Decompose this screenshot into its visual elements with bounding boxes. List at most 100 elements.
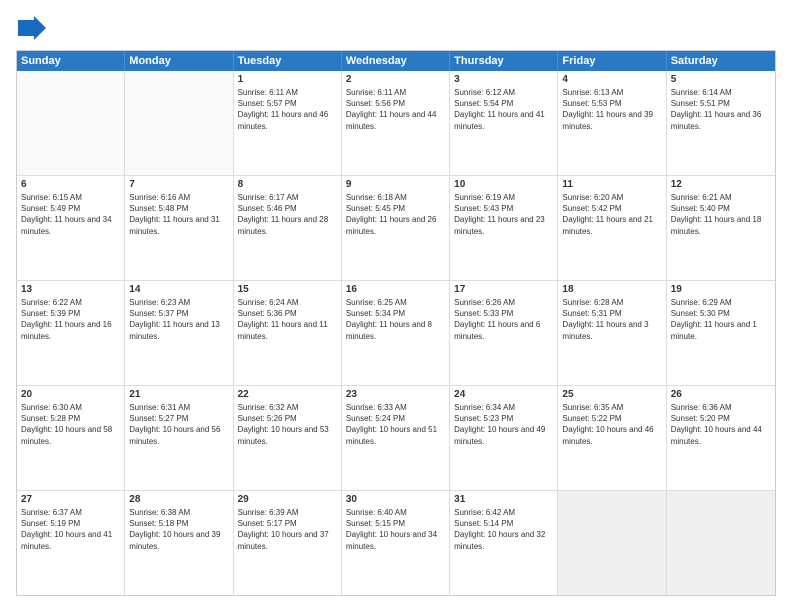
calendar-cell: 23Sunrise: 6:33 AM Sunset: 5:24 PM Dayli…: [342, 386, 450, 490]
calendar-cell: [558, 491, 666, 595]
cell-sun-info: Sunrise: 6:14 AM Sunset: 5:51 PM Dayligh…: [671, 87, 771, 132]
calendar-header: SundayMondayTuesdayWednesdayThursdayFrid…: [17, 51, 775, 71]
day-number: 26: [671, 389, 771, 400]
calendar-cell: 8 Sunrise: 6:17 AM Sunset: 5:46 PM Daylig…: [234, 176, 342, 280]
calendar-cell: 22 Sunrise: 6:32 AM Sunset: 5:26 PM Dayli…: [234, 386, 342, 490]
cell-sun-info: Sunrise: 6:11 AM Sunset: 5:57 PM Dayligh…: [238, 87, 337, 132]
day-number: 8: [238, 179, 337, 190]
calendar-cell: 24 Sunrise: 6:34 AM Sunset: 5:23 PM Dayli…: [450, 386, 558, 490]
cell-sun-info: Sunrise: 6:22 AM Sunset: 5:39 PM Dayligh…: [21, 297, 120, 342]
calendar-cell: 3 Sunrise: 6:12 AM Sunset: 5:54 PM Daylig…: [450, 71, 558, 175]
calendar-cell: 19Sunrise: 6:29 AM Sunset: 5:30 PM Dayli…: [667, 281, 775, 385]
day-number: 22: [238, 389, 337, 400]
cell-sun-info: Sunrise: 6:20 AM Sunset: 5:42 PM Dayligh…: [562, 192, 661, 237]
calendar-row: 27 Sunrise: 6:37 AM Sunset: 5:19 PM Dayli…: [17, 490, 775, 595]
cell-sun-info: Sunrise: 6:11 AM Sunset: 5:56 PM Dayligh…: [346, 87, 445, 132]
cell-sun-info: Sunrise: 6:12 AM Sunset: 5:54 PM Dayligh…: [454, 87, 553, 132]
cell-sun-info: Sunrise: 6:16 AM Sunset: 5:48 PM Dayligh…: [129, 192, 228, 237]
calendar-cell: 1 Sunrise: 6:11 AM Sunset: 5:57 PM Daylig…: [234, 71, 342, 175]
day-number: 16: [346, 284, 445, 295]
day-number: 17: [454, 284, 553, 295]
cell-sun-info: Sunrise: 6:23 AM Sunset: 5:37 PM Dayligh…: [129, 297, 228, 342]
calendar-cell: [17, 71, 125, 175]
calendar-row: 20 Sunrise: 6:30 AM Sunset: 5:28 PM Dayli…: [17, 385, 775, 490]
calendar-cell: [125, 71, 233, 175]
calendar-cell: 7 Sunrise: 6:16 AM Sunset: 5:48 PM Daylig…: [125, 176, 233, 280]
calendar-cell: 15 Sunrise: 6:24 AM Sunset: 5:36 PM Dayli…: [234, 281, 342, 385]
day-number: 3: [454, 74, 553, 85]
calendar-cell: 25 Sunrise: 6:35 AM Sunset: 5:22 PM Dayli…: [558, 386, 666, 490]
day-number: 4: [562, 74, 661, 85]
day-number: 31: [454, 494, 553, 505]
day-number: 7: [129, 179, 228, 190]
day-number: 6: [21, 179, 120, 190]
calendar-header-cell: Saturday: [667, 51, 775, 71]
day-number: 13: [21, 284, 120, 295]
cell-sun-info: Sunrise: 6:40 AM Sunset: 5:15 PM Dayligh…: [346, 507, 445, 552]
calendar-cell: 18 Sunrise: 6:28 AM Sunset: 5:31 PM Dayli…: [558, 281, 666, 385]
day-number: 27: [21, 494, 120, 505]
cell-sun-info: Sunrise: 6:36 AM Sunset: 5:20 PM Dayligh…: [671, 402, 771, 447]
calendar-cell: 29Sunrise: 6:39 AM Sunset: 5:17 PM Dayli…: [234, 491, 342, 595]
day-number: 25: [562, 389, 661, 400]
calendar-cell: 6 Sunrise: 6:15 AM Sunset: 5:49 PM Daylig…: [17, 176, 125, 280]
calendar-header-cell: Friday: [558, 51, 666, 71]
calendar-cell: 9 Sunrise: 6:18 AM Sunset: 5:45 PM Daylig…: [342, 176, 450, 280]
cell-sun-info: Sunrise: 6:33 AM Sunset: 5:24 PM Dayligh…: [346, 402, 445, 447]
calendar-cell: 16Sunrise: 6:25 AM Sunset: 5:34 PM Dayli…: [342, 281, 450, 385]
logo: [16, 16, 46, 40]
cell-sun-info: Sunrise: 6:35 AM Sunset: 5:22 PM Dayligh…: [562, 402, 661, 447]
calendar-cell: 14 Sunrise: 6:23 AM Sunset: 5:37 PM Dayli…: [125, 281, 233, 385]
cell-sun-info: Sunrise: 6:31 AM Sunset: 5:27 PM Dayligh…: [129, 402, 228, 447]
logo-arrow-icon: [18, 16, 46, 40]
calendar-cell: 30 Sunrise: 6:40 AM Sunset: 5:15 PM Dayli…: [342, 491, 450, 595]
calendar-cell: 17 Sunrise: 6:26 AM Sunset: 5:33 PM Dayli…: [450, 281, 558, 385]
calendar-cell: 10 Sunrise: 6:19 AM Sunset: 5:43 PM Dayli…: [450, 176, 558, 280]
cell-sun-info: Sunrise: 6:26 AM Sunset: 5:33 PM Dayligh…: [454, 297, 553, 342]
calendar-row: 13 Sunrise: 6:22 AM Sunset: 5:39 PM Dayli…: [17, 280, 775, 385]
calendar-cell: 21Sunrise: 6:31 AM Sunset: 5:27 PM Dayli…: [125, 386, 233, 490]
calendar-cell: 28 Sunrise: 6:38 AM Sunset: 5:18 PM Dayli…: [125, 491, 233, 595]
day-number: 30: [346, 494, 445, 505]
cell-sun-info: Sunrise: 6:24 AM Sunset: 5:36 PM Dayligh…: [238, 297, 337, 342]
day-number: 20: [21, 389, 120, 400]
day-number: 9: [346, 179, 445, 190]
cell-sun-info: Sunrise: 6:34 AM Sunset: 5:23 PM Dayligh…: [454, 402, 553, 447]
calendar-cell: 27 Sunrise: 6:37 AM Sunset: 5:19 PM Dayli…: [17, 491, 125, 595]
calendar-body: 1 Sunrise: 6:11 AM Sunset: 5:57 PM Daylig…: [17, 71, 775, 595]
calendar-cell: 13 Sunrise: 6:22 AM Sunset: 5:39 PM Dayli…: [17, 281, 125, 385]
day-number: 5: [671, 74, 771, 85]
cell-sun-info: Sunrise: 6:19 AM Sunset: 5:43 PM Dayligh…: [454, 192, 553, 237]
calendar: SundayMondayTuesdayWednesdayThursdayFrid…: [16, 50, 776, 596]
day-number: 14: [129, 284, 228, 295]
day-number: 18: [562, 284, 661, 295]
cell-sun-info: Sunrise: 6:39 AM Sunset: 5:17 PM Dayligh…: [238, 507, 337, 552]
calendar-cell: 31 Sunrise: 6:42 AM Sunset: 5:14 PM Dayli…: [450, 491, 558, 595]
day-number: 12: [671, 179, 771, 190]
cell-sun-info: Sunrise: 6:32 AM Sunset: 5:26 PM Dayligh…: [238, 402, 337, 447]
calendar-header-cell: Monday: [125, 51, 233, 71]
day-number: 28: [129, 494, 228, 505]
calendar-cell: 26 Sunrise: 6:36 AM Sunset: 5:20 PM Dayli…: [667, 386, 775, 490]
cell-sun-info: Sunrise: 6:29 AM Sunset: 5:30 PM Dayligh…: [671, 297, 771, 342]
calendar-cell: [667, 491, 775, 595]
cell-sun-info: Sunrise: 6:28 AM Sunset: 5:31 PM Dayligh…: [562, 297, 661, 342]
cell-sun-info: Sunrise: 6:30 AM Sunset: 5:28 PM Dayligh…: [21, 402, 120, 447]
day-number: 15: [238, 284, 337, 295]
day-number: 10: [454, 179, 553, 190]
cell-sun-info: Sunrise: 6:18 AM Sunset: 5:45 PM Dayligh…: [346, 192, 445, 237]
day-number: 1: [238, 74, 337, 85]
calendar-row: 6 Sunrise: 6:15 AM Sunset: 5:49 PM Daylig…: [17, 175, 775, 280]
calendar-cell: 11Sunrise: 6:20 AM Sunset: 5:42 PM Dayli…: [558, 176, 666, 280]
calendar-header-cell: Tuesday: [234, 51, 342, 71]
calendar-header-cell: Thursday: [450, 51, 558, 71]
cell-sun-info: Sunrise: 6:38 AM Sunset: 5:18 PM Dayligh…: [129, 507, 228, 552]
cell-sun-info: Sunrise: 6:42 AM Sunset: 5:14 PM Dayligh…: [454, 507, 553, 552]
cell-sun-info: Sunrise: 6:15 AM Sunset: 5:49 PM Dayligh…: [21, 192, 120, 237]
cell-sun-info: Sunrise: 6:37 AM Sunset: 5:19 PM Dayligh…: [21, 507, 120, 552]
cell-sun-info: Sunrise: 6:17 AM Sunset: 5:46 PM Dayligh…: [238, 192, 337, 237]
calendar-header-cell: Sunday: [17, 51, 125, 71]
calendar-cell: 20 Sunrise: 6:30 AM Sunset: 5:28 PM Dayli…: [17, 386, 125, 490]
calendar-cell: 2Sunrise: 6:11 AM Sunset: 5:56 PM Daylig…: [342, 71, 450, 175]
day-number: 24: [454, 389, 553, 400]
